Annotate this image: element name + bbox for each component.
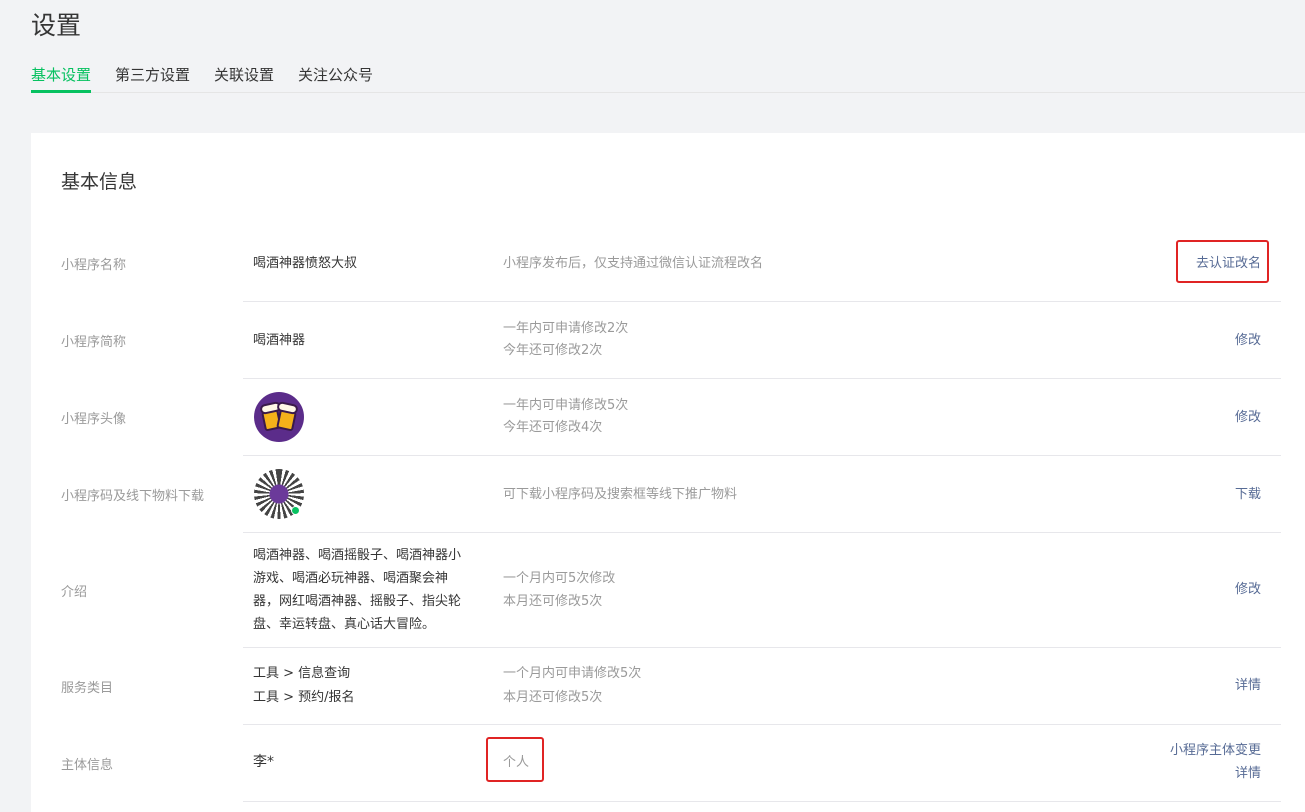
row-label: 小程序码及线下物料下载 <box>61 489 205 504</box>
subject-name-value: 李* <box>253 754 274 770</box>
row-hint: 可下载小程序码及搜索框等线下推广物料 <box>503 487 738 502</box>
introduction-line: 器，网红喝酒神器、摇骰子、指尖轮 <box>253 594 462 609</box>
introduction-line: 游戏、喝酒必玩神器、喝酒聚会神 <box>253 571 449 586</box>
row-divider <box>243 801 1281 802</box>
introduction-line: 喝酒神器、喝酒摇骰子、喝酒神器小 <box>253 548 462 563</box>
download-link[interactable]: 下载 <box>1235 483 1261 506</box>
introduction-line: 盘、幸运转盘、真心话大冒险。 <box>253 617 436 632</box>
highlight-box <box>1176 240 1269 283</box>
tab-follow-official-account[interactable]: 关注公众号 <box>298 64 373 93</box>
row-label: 服务类目 <box>61 681 114 696</box>
settings-tabs: 基本设置 第三方设置 关联设置 关注公众号 <box>31 64 1305 93</box>
row-introduction: 介绍 喝酒神器、喝酒摇骰子、喝酒神器小 游戏、喝酒必玩神器、喝酒聚会神 器，网红… <box>31 533 1281 648</box>
row-hint-2: 本月还可修改5次 <box>503 594 603 609</box>
category-line-2: 工具 > 预约/报名 <box>253 690 355 705</box>
edit-short-name-link[interactable]: 修改 <box>1235 329 1261 352</box>
mini-program-name-value: 喝酒神器愤怒大叔 <box>253 256 358 271</box>
beer-mugs-avatar-icon <box>254 392 304 442</box>
row-avatar: 小程序头像 一年内可申请修改5次 今年还可修改4次 修改 <box>31 379 1281 456</box>
row-label: 主体信息 <box>61 758 114 773</box>
edit-introduction-link[interactable]: 修改 <box>1235 578 1261 601</box>
introduction-text: 喝酒神器、喝酒摇骰子、喝酒神器小 游戏、喝酒必玩神器、喝酒聚会神 器，网红喝酒神… <box>253 544 461 636</box>
tab-third-party-settings[interactable]: 第三方设置 <box>115 64 190 93</box>
row-hint-1: 一个月内可5次修改 <box>503 571 616 586</box>
row-mini-program-code: 小程序码及线下物料下载 可下载小程序码及搜索框等线下推广物料 下载 <box>31 456 1281 533</box>
basic-info-card: 基本信息 小程序名称 喝酒神器愤怒大叔 小程序发布后，仅支持通过微信认证流程改名… <box>31 133 1305 812</box>
row-hint-2: 本月还可修改5次 <box>503 690 603 705</box>
row-label: 小程序名称 <box>61 258 127 273</box>
row-subject-info: 主体信息 李* 个人 小程序主体变更 详情 <box>31 725 1281 802</box>
row-hint-2: 今年还可修改2次 <box>503 343 603 358</box>
row-label: 介绍 <box>61 585 88 600</box>
subject-details-link[interactable]: 详情 <box>1235 762 1261 785</box>
page-title: 设置 <box>31 11 82 40</box>
row-label: 小程序简称 <box>61 335 127 350</box>
tab-basic-settings[interactable]: 基本设置 <box>31 64 92 93</box>
highlight-box <box>486 737 544 782</box>
row-hint-1: 一年内可申请修改2次 <box>503 321 629 336</box>
row-hint: 小程序发布后，仅支持通过微信认证流程改名 <box>503 256 764 271</box>
mini-program-code-icon <box>254 469 304 519</box>
row-mini-program-name: 小程序名称 喝酒神器愤怒大叔 小程序发布后，仅支持通过微信认证流程改名 去认证改… <box>31 225 1281 302</box>
row-hint-1: 一个月内可申请修改5次 <box>503 666 642 681</box>
row-short-name: 小程序简称 喝酒神器 一年内可申请修改2次 今年还可修改2次 修改 <box>31 302 1281 379</box>
row-label: 小程序头像 <box>61 412 127 427</box>
tab-association-settings[interactable]: 关联设置 <box>214 64 274 93</box>
row-hint-2: 今年还可修改4次 <box>503 420 603 435</box>
edit-avatar-link[interactable]: 修改 <box>1235 406 1261 429</box>
short-name-value: 喝酒神器 <box>253 333 306 348</box>
category-line-1: 工具 > 信息查询 <box>253 666 351 681</box>
row-service-category: 服务类目 工具 > 信息查询 工具 > 预约/报名 一个月内可申请修改5次 本月… <box>31 648 1281 725</box>
row-hint-1: 一年内可申请修改5次 <box>503 398 629 413</box>
subject-change-link[interactable]: 小程序主体变更 <box>1170 739 1261 762</box>
category-details-link[interactable]: 详情 <box>1235 674 1261 697</box>
section-title: 基本信息 <box>61 171 138 193</box>
